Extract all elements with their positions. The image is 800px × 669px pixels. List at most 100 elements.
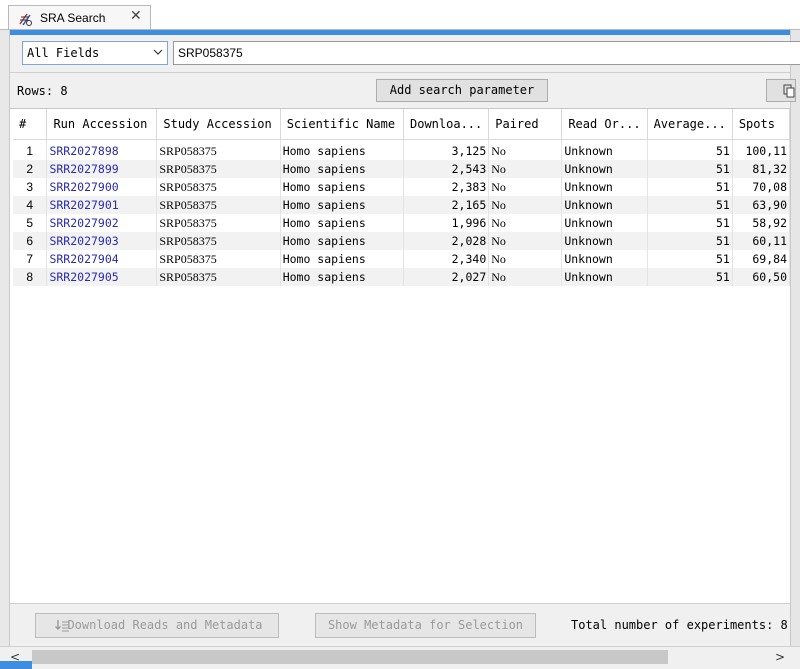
cell-average-length: 51 — [647, 250, 733, 268]
field-select[interactable]: All Fields — [22, 41, 168, 65]
header-scientific-name[interactable]: Scientific Name — [280, 109, 405, 140]
cell-spots: 63,90 — [732, 196, 790, 214]
download-icon — [55, 620, 69, 632]
copy-button[interactable] — [766, 79, 796, 102]
cell-average-length: 51 — [647, 232, 733, 250]
header-read-orientation[interactable]: Read Or... — [561, 109, 648, 140]
tab-title: SRA Search — [40, 11, 106, 25]
header-study-accession[interactable]: Study Accession — [156, 109, 281, 140]
cell-index: 2 — [13, 160, 48, 178]
header-average-length[interactable]: Average... — [647, 109, 733, 140]
copy-icon — [783, 84, 795, 98]
cell-study-accession: SRP058375 — [156, 160, 281, 178]
cell-read-orientation: Unknown — [561, 232, 648, 250]
table-row[interactable]: 7 SRR2027904 SRP058375 Homo sapiens 2,340 No U… — [13, 250, 790, 268]
cell-index: 5 — [13, 214, 48, 232]
table-row[interactable]: 2 SRR2027899 SRP058375 Homo sapiens 2,543 No U… — [13, 160, 790, 178]
cell-download-size: 3,125 — [403, 139, 490, 160]
cell-average-length: 51 — [647, 268, 733, 286]
cell-download-size: 2,340 — [403, 250, 490, 268]
cell-run-accession[interactable]: SRR2027904 — [46, 250, 158, 268]
cell-run-accession[interactable]: SRR2027898 — [46, 139, 158, 160]
cell-download-size: 2,543 — [403, 160, 490, 178]
cell-paired: No — [488, 160, 563, 178]
header-download-size[interactable]: Downloa... — [403, 109, 490, 140]
cell-run-accession[interactable]: SRR2027902 — [46, 214, 158, 232]
header-run-accession[interactable]: Run Accession — [46, 109, 158, 140]
cell-scientific-name: Homo sapiens — [280, 232, 405, 250]
horizontal-scrollbar[interactable]: < > — [0, 646, 800, 669]
cell-read-orientation: Unknown — [561, 160, 648, 178]
download-reads-label: Download Reads and Metadata — [67, 618, 263, 632]
scroll-thumb[interactable] — [32, 650, 668, 664]
cell-spots: 60,11 — [732, 232, 790, 250]
table-row[interactable]: 6 SRR2027903 SRP058375 Homo sapiens 2,028 No U… — [13, 232, 790, 250]
close-icon[interactable]: ✕ — [130, 8, 142, 24]
cell-download-size: 2,027 — [403, 268, 490, 286]
cell-paired: No — [488, 250, 563, 268]
cell-run-accession[interactable]: SRR2027900 — [46, 178, 158, 196]
cell-paired: No — [488, 178, 563, 196]
cell-scientific-name: Homo sapiens — [280, 250, 405, 268]
cell-download-size: 1,996 — [403, 214, 490, 232]
cell-read-orientation: Unknown — [561, 214, 648, 232]
footer: Download Reads and Metadata Show Metadat… — [10, 603, 790, 646]
cell-read-orientation: Unknown — [561, 139, 648, 160]
add-search-parameter-button[interactable]: Add search parameter — [376, 79, 548, 102]
cell-paired: No — [488, 214, 563, 232]
cell-average-length: 51 — [647, 178, 733, 196]
vertical-scrollbar[interactable] — [790, 30, 800, 646]
cell-average-length: 51 — [647, 214, 733, 232]
cell-spots: 69,84 — [732, 250, 790, 268]
cell-paired: No — [488, 196, 563, 214]
cell-download-size: 2,383 — [403, 178, 490, 196]
cell-paired: No — [488, 268, 563, 286]
cell-index: 3 — [13, 178, 48, 196]
cell-average-length: 51 — [647, 196, 733, 214]
cell-run-accession[interactable]: SRR2027899 — [46, 160, 158, 178]
cell-scientific-name: Homo sapiens — [280, 214, 405, 232]
scroll-right-arrow-icon[interactable]: > — [775, 650, 785, 664]
cell-scientific-name: Homo sapiens — [280, 160, 405, 178]
cell-scientific-name: Homo sapiens — [280, 178, 405, 196]
cell-study-accession: SRP058375 — [156, 178, 281, 196]
header-paired[interactable]: Paired — [488, 109, 563, 140]
cell-scientific-name: Homo sapiens — [280, 196, 405, 214]
download-reads-button[interactable]: Download Reads and Metadata — [35, 613, 279, 638]
cell-scientific-name: Homo sapiens — [280, 268, 405, 286]
table-row[interactable]: 5 SRR2027902 SRP058375 Homo sapiens 1,996 No U… — [13, 214, 790, 232]
cell-study-accession: SRP058375 — [156, 232, 281, 250]
tab-sra-search[interactable]: SRA Search ✕ — [8, 5, 151, 30]
cell-average-length: 51 — [647, 139, 733, 160]
header-index[interactable]: # — [13, 109, 48, 140]
sra-search-icon — [19, 13, 32, 26]
cell-read-orientation: Unknown — [561, 250, 648, 268]
cell-read-orientation: Unknown — [561, 268, 648, 286]
table-row[interactable]: 4 SRR2027901 SRP058375 Homo sapiens 2,165 No U… — [13, 196, 790, 214]
cell-download-size: 2,165 — [403, 196, 490, 214]
cell-index: 6 — [13, 232, 48, 250]
cell-paired: No — [488, 232, 563, 250]
cell-run-accession[interactable]: SRR2027903 — [46, 232, 158, 250]
cell-scientific-name: Homo sapiens — [280, 139, 405, 160]
header-spots[interactable]: Spots — [732, 109, 790, 140]
cell-download-size: 2,028 — [403, 232, 490, 250]
cell-spots: 60,50 — [732, 268, 790, 286]
cell-study-accession: SRP058375 — [156, 196, 281, 214]
cell-read-orientation: Unknown — [561, 196, 648, 214]
cell-run-accession[interactable]: SRR2027901 — [46, 196, 158, 214]
table-row[interactable]: 1 SRR2027898 SRP058375 Homo sapiens 3,125 No U… — [13, 139, 790, 160]
cell-run-accession[interactable]: SRR2027905 — [46, 268, 158, 286]
cell-study-accession: SRP058375 — [156, 250, 281, 268]
search-input[interactable] — [173, 41, 800, 65]
show-metadata-button[interactable]: Show Metadata for Selection — [315, 613, 536, 638]
chevron-down-icon — [153, 49, 163, 55]
table-row[interactable]: 3 SRR2027900 SRP058375 Homo sapiens 2,383 No U… — [13, 178, 790, 196]
total-experiments: Total number of experiments: 8 — [571, 618, 788, 632]
cell-index: 1 — [13, 139, 48, 160]
table-row[interactable]: 8 SRR2027905 SRP058375 Homo sapiens 2,027 No U… — [13, 268, 790, 286]
results-table: # Run Accession Study Accession Scientif… — [10, 108, 790, 604]
cell-read-orientation: Unknown — [561, 178, 648, 196]
cell-index: 7 — [13, 250, 48, 268]
cell-spots: 100,11 — [732, 139, 790, 160]
